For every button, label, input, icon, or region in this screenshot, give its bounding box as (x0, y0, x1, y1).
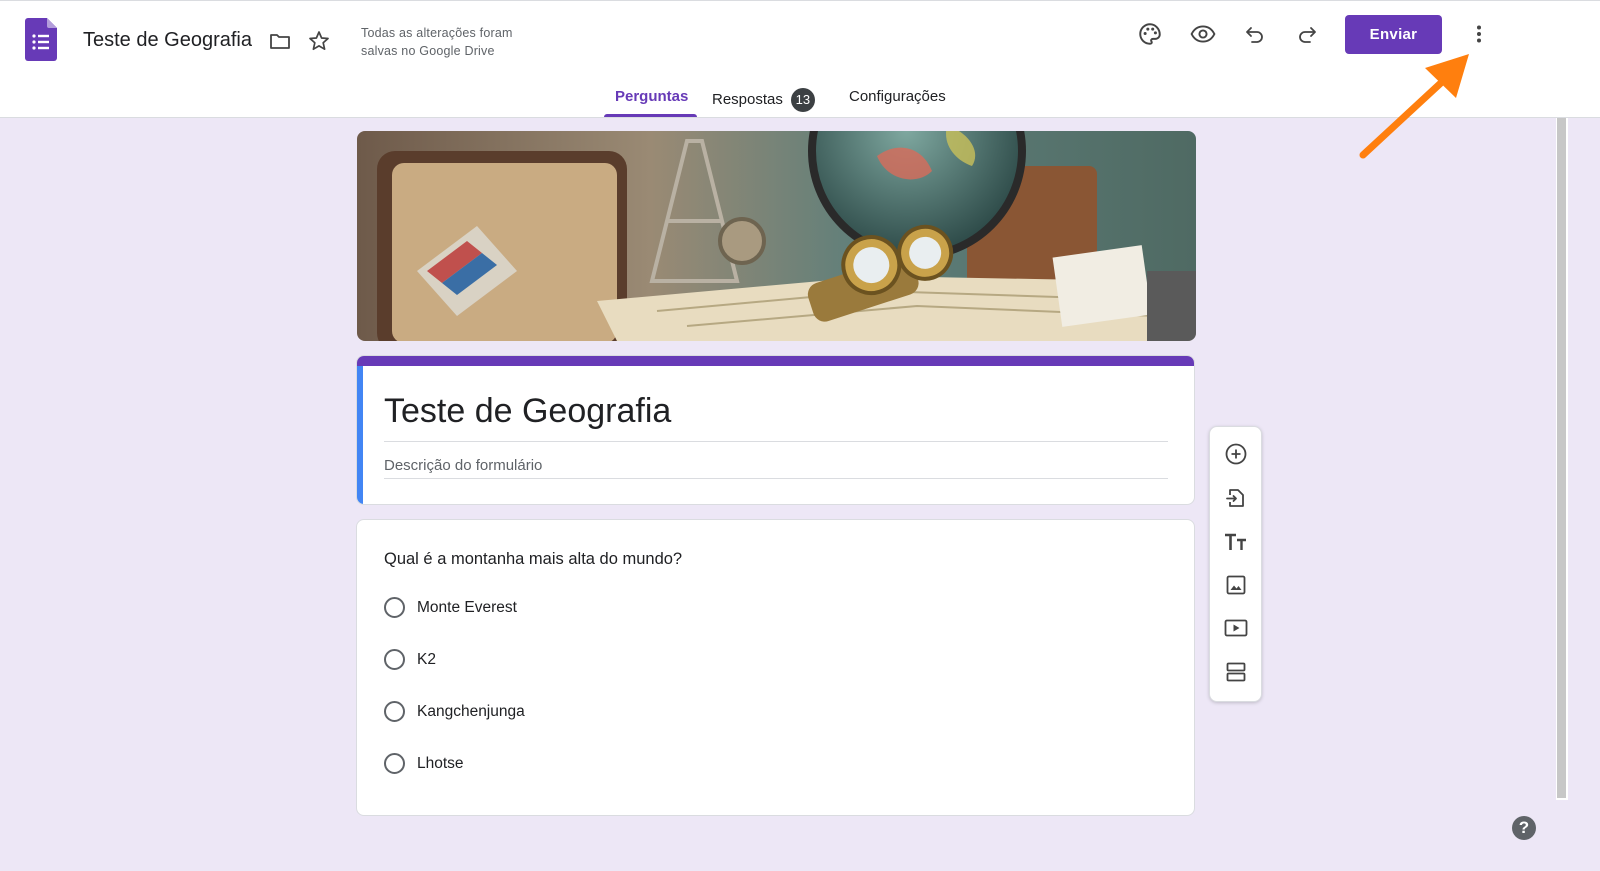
help-icon[interactable]: ? (1512, 816, 1536, 840)
form-title-card[interactable]: Teste de Geografia Descrição do formulár… (356, 355, 1195, 505)
option-item[interactable]: Kangchenjunga (384, 701, 525, 722)
header-image (357, 131, 1196, 341)
radio-button[interactable] (384, 649, 405, 670)
tab-perguntas[interactable]: Perguntas (615, 88, 688, 105)
radio-button[interactable] (384, 701, 405, 722)
focus-strip (357, 366, 363, 504)
option-label: Kangchenjunga (417, 702, 525, 720)
tab-respostas[interactable]: Respostas 13 (712, 88, 815, 112)
option-item[interactable]: Lhotse (384, 753, 464, 774)
google-forms-icon[interactable] (25, 18, 57, 61)
radio-button[interactable] (384, 753, 405, 774)
document-title[interactable]: Teste de Geografia (83, 29, 252, 52)
option-item[interactable]: Monte Everest (384, 597, 517, 618)
save-status: Todas as alterações foram salvas no Goog… (361, 26, 513, 58)
add-image-icon[interactable] (1222, 571, 1250, 599)
eye-icon[interactable] (1185, 16, 1221, 52)
redo-icon[interactable] (1289, 16, 1325, 52)
option-label: K2 (417, 650, 436, 668)
tab-configuracoes[interactable]: Configurações (849, 88, 946, 105)
add-title-icon[interactable] (1222, 528, 1250, 556)
add-question-icon[interactable] (1222, 440, 1250, 468)
active-tab-indicator (604, 114, 697, 117)
form-title[interactable]: Teste de Geografia (384, 392, 671, 431)
import-questions-icon[interactable] (1222, 484, 1250, 512)
annotation-arrow-icon (1359, 54, 1469, 159)
radio-button[interactable] (384, 597, 405, 618)
accent-strip (357, 356, 1194, 366)
scrollbar-thumb[interactable] (1557, 118, 1566, 798)
form-description-field[interactable]: Descrição do formulário (384, 457, 542, 474)
response-count-badge: 13 (790, 88, 815, 112)
divider (384, 478, 1168, 479)
option-item[interactable]: K2 (384, 649, 436, 670)
question-card[interactable]: Qual é a montanha mais alta do mundo? Mo… (356, 519, 1195, 816)
divider (384, 441, 1168, 442)
star-icon[interactable] (301, 23, 337, 59)
undo-icon[interactable] (1237, 16, 1273, 52)
floating-toolbar (1209, 426, 1262, 702)
option-label: Lhotse (417, 754, 464, 772)
option-label: Monte Everest (417, 598, 517, 616)
folder-icon[interactable] (262, 23, 298, 59)
tab-label: Respostas (712, 90, 783, 108)
add-video-icon[interactable] (1222, 614, 1250, 642)
more-vert-icon[interactable] (1461, 16, 1497, 52)
add-section-icon[interactable] (1222, 658, 1250, 686)
question-title[interactable]: Qual é a montanha mais alta do mundo? (384, 550, 682, 569)
palette-icon[interactable] (1132, 16, 1168, 52)
